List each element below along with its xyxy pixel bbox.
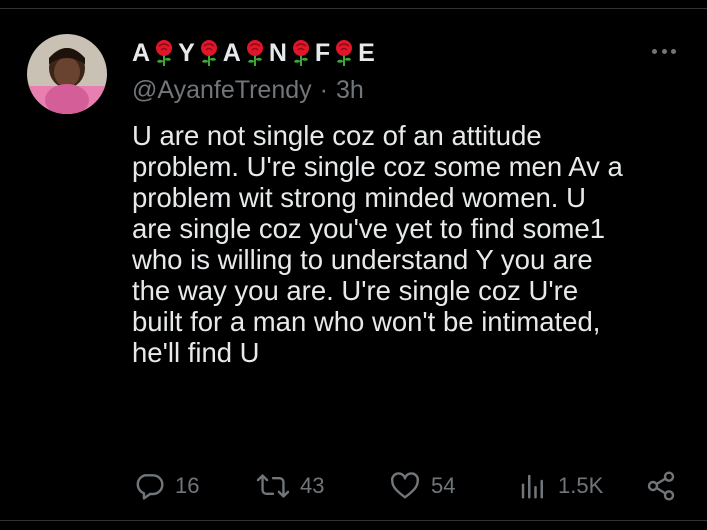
views-count: 1.5K [558,473,604,498]
rose-icon [333,39,355,67]
user-handle[interactable]: @AyanfeTrendy [132,76,312,105]
display-name[interactable]: A Y A N F E [132,36,652,70]
like-button[interactable]: 54 [389,466,455,506]
rose-icon [290,39,312,67]
reply-count: 16 [175,473,200,498]
reply-button[interactable]: 16 [133,466,199,506]
display-name-letter: N [268,38,287,67]
more-options-icon[interactable] [652,44,676,58]
display-name-letter: Y [178,38,195,67]
like-count: 54 [431,473,456,498]
rose-icon [153,39,175,67]
display-name-letter: A [222,38,241,67]
display-name-letter: E [358,38,375,67]
tweet-header: A Y A N F E @AyanfeTrendy · 3h [132,36,652,106]
display-name-letter: F [314,38,331,67]
avatar[interactable] [27,34,107,114]
meta-separator: · [319,75,328,104]
repost-icon [256,470,290,502]
rose-icon [244,39,266,67]
action-bar: 16 43 54 1.5K [0,466,707,506]
rose-icon [198,39,220,67]
heart-icon [389,470,421,502]
top-divider [0,8,707,9]
bar-chart-icon [518,470,548,502]
repost-count: 43 [300,473,325,498]
reply-icon [133,470,165,502]
share-button[interactable] [645,466,677,506]
tweet-meta: @AyanfeTrendy · 3h [132,74,652,106]
tweet-text: U are not single coz of an attitude prob… [132,120,623,368]
timestamp[interactable]: 3h [336,76,364,105]
repost-button[interactable]: 43 [256,466,324,506]
views-button[interactable]: 1.5K [518,466,603,506]
display-name-letter: A [132,38,151,67]
bottom-divider [0,520,707,521]
share-icon [645,470,677,502]
